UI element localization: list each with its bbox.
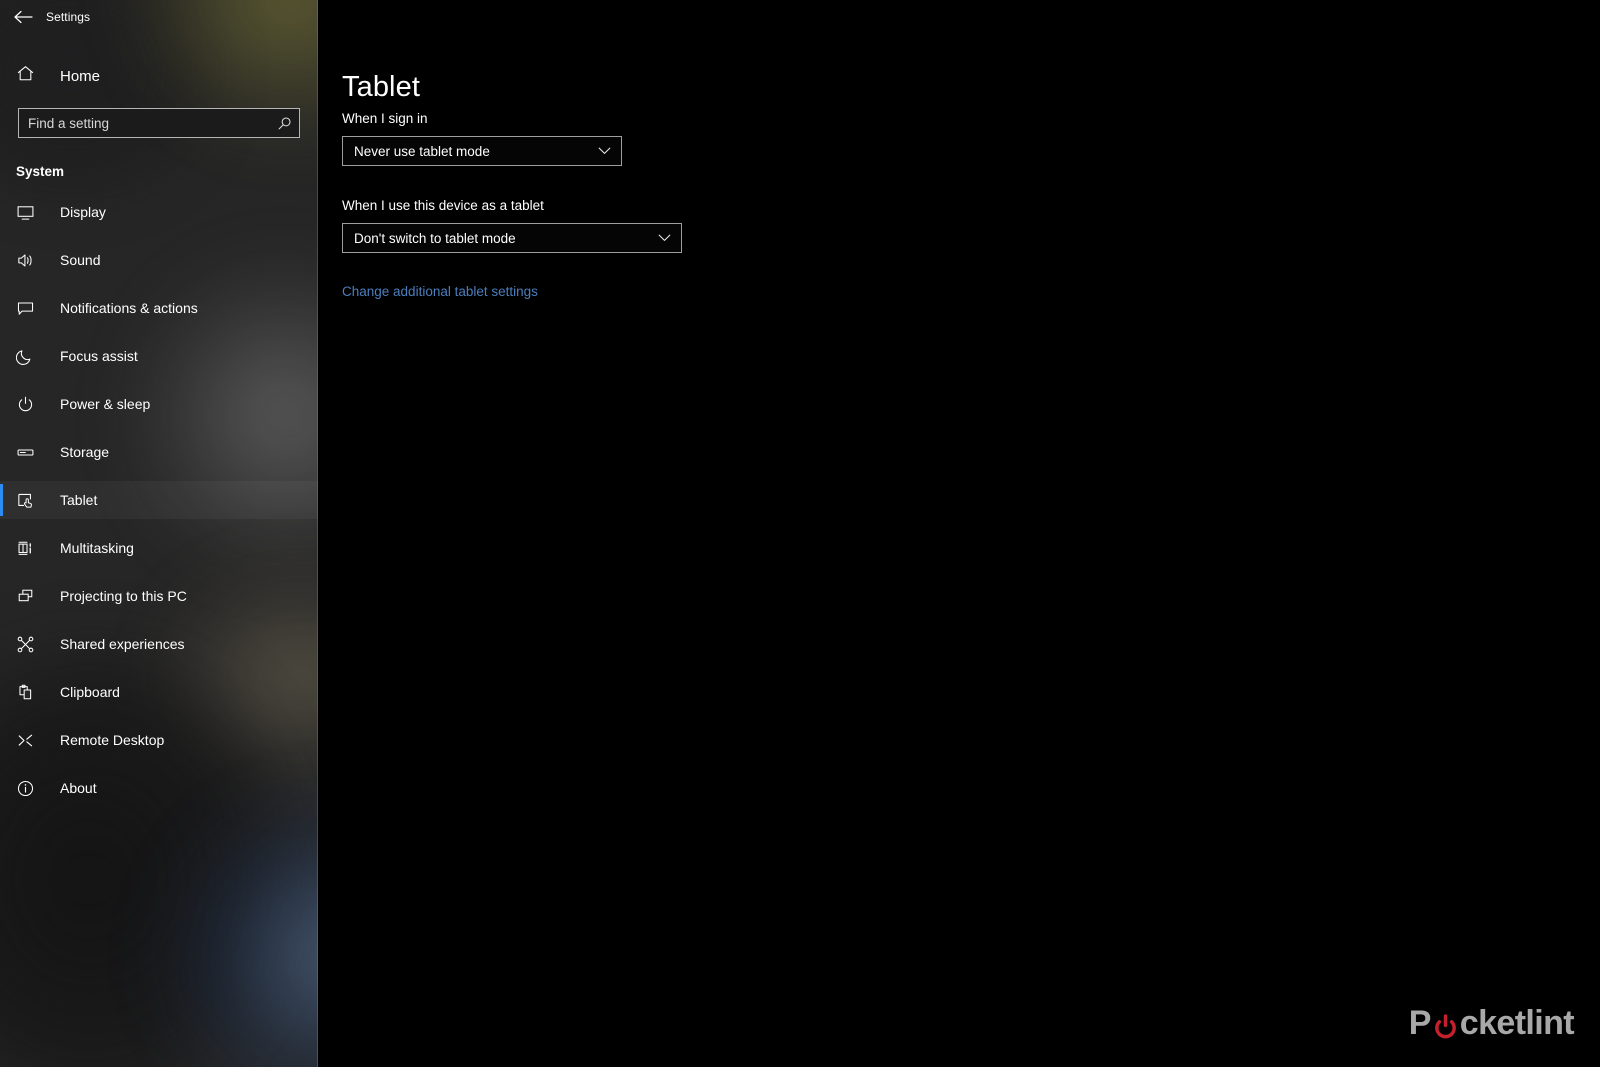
watermark-text-after: cketlint	[1459, 1004, 1575, 1042]
back-button[interactable]	[0, 1, 46, 33]
sidebar-item-focus-assist[interactable]: Focus assist	[0, 337, 318, 375]
clipboard-icon	[16, 683, 48, 702]
search-input[interactable]	[19, 109, 299, 137]
moon-icon	[16, 347, 48, 366]
sidebar-item-display[interactable]: Display	[0, 193, 318, 231]
sidebar-item-notifications[interactable]: Notifications & actions	[0, 289, 318, 327]
power-icon	[16, 395, 48, 414]
sidebar-item-multitasking-label: Multitasking	[60, 540, 134, 556]
sidebar-item-sound-label: Sound	[60, 252, 101, 268]
search-icon[interactable]	[275, 114, 293, 132]
acrylic-bloom-blue	[160, 790, 318, 1067]
sidebar-item-projecting[interactable]: Projecting to this PC	[0, 577, 318, 615]
sidebar-item-clipboard[interactable]: Clipboard	[0, 673, 318, 711]
chevron-down-icon	[658, 234, 671, 242]
sidebar-group-header: System	[16, 164, 65, 179]
label-when-device-as-tablet: When I use this device as a tablet	[342, 198, 544, 213]
title-bar: Settings	[0, 0, 318, 33]
watermark-text-before: P	[1408, 1004, 1432, 1042]
sidebar-item-tablet[interactable]: Tablet	[0, 481, 318, 519]
sidebar-item-about[interactable]: About	[0, 769, 318, 807]
multitasking-icon	[16, 539, 48, 558]
chevron-down-icon	[598, 147, 611, 155]
sidebar-item-power-sleep-label: Power & sleep	[60, 396, 151, 412]
sidebar-item-sound[interactable]: Sound	[0, 241, 318, 279]
sidebar-item-power-sleep[interactable]: Power & sleep	[0, 385, 318, 423]
sidebar-item-projecting-label: Projecting to this PC	[60, 588, 187, 604]
project-screen-icon	[16, 587, 48, 606]
share-nodes-icon	[16, 635, 48, 654]
sidebar-item-remote-desktop[interactable]: Remote Desktop	[0, 721, 318, 759]
home-icon	[16, 64, 48, 88]
sidebar-item-notifications-label: Notifications & actions	[60, 300, 198, 316]
sidebar-item-focus-assist-label: Focus assist	[60, 348, 138, 364]
speaker-icon	[16, 251, 48, 270]
pocketlint-watermark: P cketlint	[1408, 1004, 1575, 1043]
sign-in-mode-dropdown[interactable]: Never use tablet mode	[342, 136, 622, 166]
notification-icon	[16, 299, 48, 318]
sidebar-item-display-label: Display	[60, 204, 106, 220]
change-additional-tablet-settings-link[interactable]: Change additional tablet settings	[342, 284, 538, 299]
sidebar-item-shared-experiences[interactable]: Shared experiences	[0, 625, 318, 663]
label-when-i-sign-in: When I sign in	[342, 111, 428, 126]
sidebar-nav-list: Display Sound Notifications & actions Fo…	[0, 193, 318, 807]
sidebar-item-shared-experiences-label: Shared experiences	[60, 636, 185, 652]
drive-icon	[16, 443, 48, 462]
sidebar-item-remote-desktop-label: Remote Desktop	[60, 732, 165, 748]
remote-desktop-icon	[16, 731, 48, 750]
info-icon	[16, 779, 48, 798]
sidebar-item-clipboard-label: Clipboard	[60, 684, 120, 700]
device-as-tablet-value: Don't switch to tablet mode	[354, 230, 516, 246]
settings-sidebar: Settings Home System	[0, 0, 318, 1067]
app-title: Settings	[46, 9, 91, 24]
sidebar-item-multitasking[interactable]: Multitasking	[0, 529, 318, 567]
sidebar-item-home[interactable]: Home	[0, 56, 318, 96]
main-content: Tablet When I sign in Never use tablet m…	[318, 0, 1600, 1067]
search-box[interactable]	[18, 108, 300, 138]
sidebar-item-home-label: Home	[60, 67, 101, 85]
sign-in-mode-value: Never use tablet mode	[354, 143, 490, 159]
page-title: Tablet	[342, 71, 420, 104]
monitor-icon	[16, 203, 48, 222]
sidebar-item-storage[interactable]: Storage	[0, 433, 318, 471]
sidebar-item-tablet-label: Tablet	[60, 492, 98, 508]
sidebar-item-about-label: About	[60, 780, 97, 796]
sidebar-item-storage-label: Storage	[60, 444, 110, 460]
tablet-touch-icon	[16, 491, 48, 510]
device-as-tablet-dropdown[interactable]: Don't switch to tablet mode	[342, 223, 682, 253]
power-symbol-icon	[1432, 1010, 1459, 1039]
